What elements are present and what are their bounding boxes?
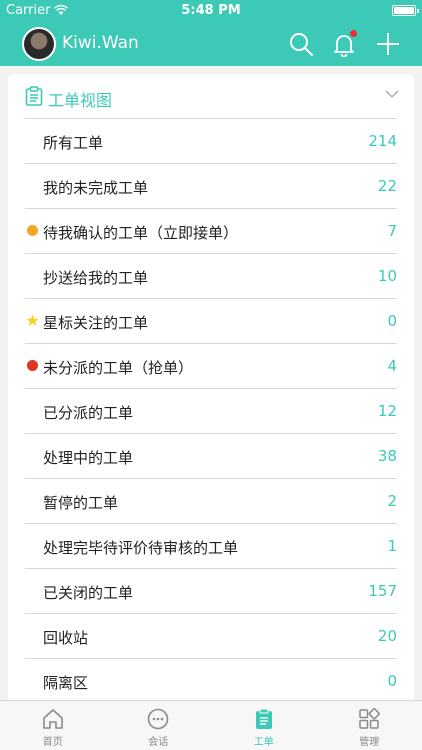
home-icon xyxy=(42,709,63,729)
chevron-down-icon[interactable] xyxy=(384,88,400,100)
ticket-views-card: 工单视图 所有工单 214 我的未完成工单 22 待我确认的工单（立即接单） 7… xyxy=(8,74,414,704)
plus-icon xyxy=(377,33,399,55)
ticket-icon xyxy=(255,708,272,729)
list-item-awaiting-review[interactable]: 处理完毕待评价待审核的工单 1 xyxy=(25,523,397,568)
tab-home[interactable]: 首页 xyxy=(0,701,106,750)
row-count: 0 xyxy=(387,672,397,690)
row-label: 未分派的工单（抢单） xyxy=(43,359,194,377)
username[interactable]: Kiwi.Wan xyxy=(62,33,139,53)
row-count: 157 xyxy=(368,582,397,600)
clipboard-icon xyxy=(25,86,43,106)
row-count: 4 xyxy=(387,357,397,375)
row-label: 待我确认的工单（立即接单） xyxy=(43,224,239,242)
list-item-paused[interactable]: 暂停的工单 2 xyxy=(25,478,397,523)
chat-icon xyxy=(147,708,169,730)
row-count: 2 xyxy=(387,492,397,510)
row-label: 处理完毕待评价待审核的工单 xyxy=(43,539,239,557)
status-time: 5:48 PM xyxy=(181,3,241,18)
tab-label: 管理 xyxy=(359,737,380,748)
card-title: 工单视图 xyxy=(48,91,113,110)
row-count: 0 xyxy=(387,312,397,330)
tab-label: 工单 xyxy=(253,737,274,748)
list-item-pending-confirm[interactable]: 待我确认的工单（立即接单） 7 xyxy=(25,208,397,253)
search-icon xyxy=(290,33,313,56)
row-count: 7 xyxy=(387,222,397,240)
tab-tickets[interactable]: 工单 xyxy=(211,701,317,750)
list-item-cc-me[interactable]: 抄送给我的工单 10 xyxy=(25,253,397,298)
tab-chat[interactable]: 会话 xyxy=(106,701,212,750)
row-label: 抄送给我的工单 xyxy=(43,269,149,287)
row-label: 所有工单 xyxy=(43,134,104,152)
tab-label: 会话 xyxy=(148,737,169,748)
list-item-in-progress[interactable]: 处理中的工单 38 xyxy=(25,433,397,478)
search-button[interactable] xyxy=(287,30,315,58)
status-bar: Carrier 5:48 PM xyxy=(0,0,422,22)
row-label: 处理中的工单 xyxy=(43,449,134,467)
list-item-my-unfinished[interactable]: 我的未完成工单 22 xyxy=(25,163,397,208)
row-count: 1 xyxy=(387,537,397,555)
row-count: 22 xyxy=(377,177,397,195)
row-label: 隔离区 xyxy=(43,674,89,692)
row-count: 20 xyxy=(377,627,397,645)
app-header: Carrier 5:48 PM Kiwi.Wan xyxy=(0,0,422,66)
red-dot-icon xyxy=(27,360,38,371)
row-label: 已关闭的工单 xyxy=(43,584,134,602)
list-item-recycle-bin[interactable]: 回收站 20 xyxy=(25,613,397,658)
row-count: 214 xyxy=(368,132,397,150)
orange-dot-icon xyxy=(27,225,38,236)
star-icon xyxy=(26,314,39,326)
grid-icon xyxy=(359,708,381,729)
list-item-starred[interactable]: 星标关注的工单 0 xyxy=(25,298,397,343)
tab-manage[interactable]: 管理 xyxy=(317,701,422,750)
card-header[interactable]: 工单视图 xyxy=(8,74,414,118)
avatar[interactable] xyxy=(22,27,56,61)
row-label: 回收站 xyxy=(43,629,89,647)
row-label: 星标关注的工单 xyxy=(43,314,149,332)
row-label: 我的未完成工单 xyxy=(43,179,149,197)
row-label: 已分派的工单 xyxy=(43,404,134,422)
notifications-button[interactable] xyxy=(330,30,358,58)
add-button[interactable] xyxy=(374,30,402,58)
list-item-assigned[interactable]: 已分派的工单 12 xyxy=(25,388,397,433)
row-label: 暂停的工单 xyxy=(43,494,119,512)
row-count: 12 xyxy=(377,402,397,420)
list-item-unassigned[interactable]: 未分派的工单（抢单） 4 xyxy=(25,343,397,388)
list-item-all[interactable]: 所有工单 214 xyxy=(25,118,397,163)
row-count: 10 xyxy=(377,267,397,285)
row-count: 38 xyxy=(377,447,397,465)
list-item-quarantine[interactable]: 隔离区 0 xyxy=(25,658,397,703)
battery-icon xyxy=(392,5,419,16)
list-item-closed[interactable]: 已关闭的工单 157 xyxy=(25,568,397,613)
tab-bar: 首页 会话 工单 管理 xyxy=(0,700,422,750)
notification-badge xyxy=(350,30,357,37)
tab-label: 首页 xyxy=(42,737,63,748)
